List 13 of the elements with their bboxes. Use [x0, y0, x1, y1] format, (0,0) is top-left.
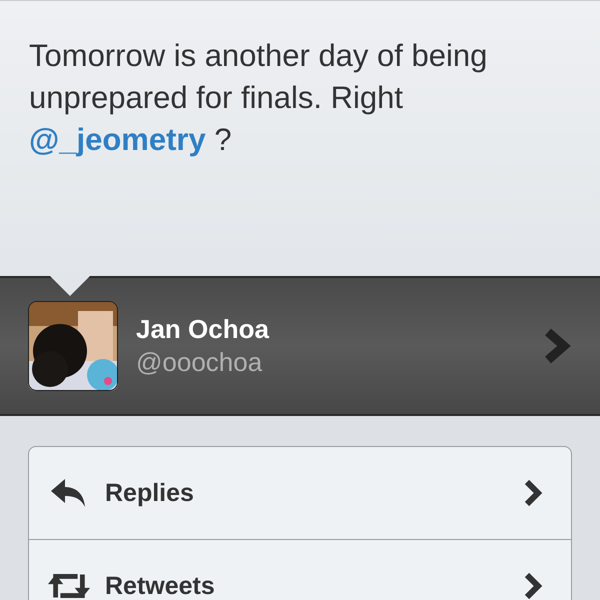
row-label: Replies: [105, 478, 195, 508]
mention-link[interactable]: @_jeometry: [29, 122, 206, 157]
author-bar[interactable]: Jan Ochoa @ooochoa: [0, 276, 600, 416]
chevron-icon: [523, 572, 543, 600]
author-handle: @ooochoa: [136, 347, 264, 378]
author-name: Jan Ochoa: [136, 314, 270, 345]
list-row[interactable]: Retweets: [29, 540, 571, 600]
chevron-icon: [542, 328, 572, 364]
chevron-icon: [523, 479, 543, 507]
row-label: Retweets: [105, 572, 216, 600]
list-row[interactable]: Replies: [29, 447, 571, 540]
tweet-text: Tomorrow is another day of being unprepared for finals. Right @_jeometry ?: [29, 37, 488, 159]
pointer-notch: [50, 276, 90, 296]
